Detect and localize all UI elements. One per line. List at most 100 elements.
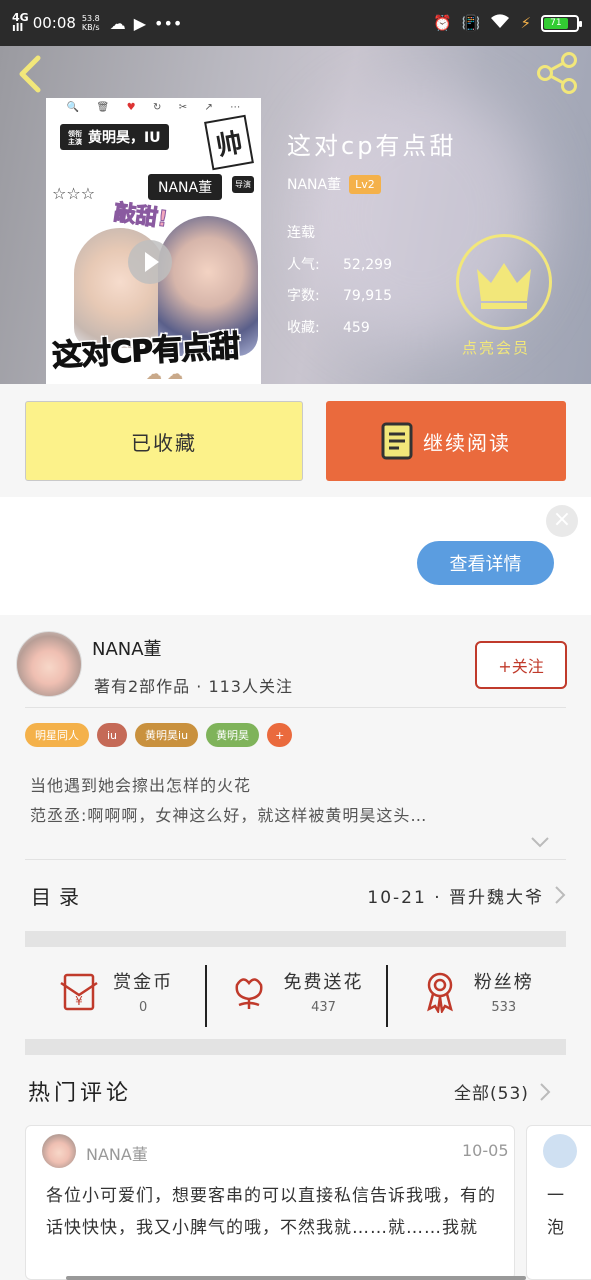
cover-clouds: ☁ ☁ (146, 364, 184, 383)
tag-item[interactable]: 明星同人 (25, 723, 89, 747)
vip-button[interactable] (456, 234, 552, 330)
horizontal-scrollbar[interactable] (66, 1276, 526, 1280)
play-icon[interactable] (128, 240, 172, 284)
all-comments-label: 全部(53) (454, 1084, 529, 1104)
medal-icon (426, 972, 453, 1013)
all-comments-link[interactable]: 全部(53) (454, 1079, 551, 1104)
stat-label: 人气: (287, 256, 320, 273)
stat-value: 79,915 (343, 288, 392, 304)
cover-toolbar: 🔍 🗑 ♥ ↻ ✂ ↗ ⋯ (46, 98, 261, 116)
avatar (543, 1134, 577, 1168)
author-row: NANA董 Lv2 (287, 174, 381, 194)
heart-icon: ♥ (126, 101, 136, 113)
battery-level: 71 (544, 17, 568, 29)
continue-reading-button[interactable]: 继续阅读 (326, 401, 566, 481)
chevron-right-icon (540, 1082, 551, 1101)
synopsis-line: 范丞丞:啊啊啊，女神这么好，就这样被黄明昊这头… (30, 806, 428, 825)
reward-value: 0 (139, 999, 148, 1015)
trash-icon: 🗑 (96, 101, 110, 113)
reward-value: 533 (491, 999, 517, 1015)
network-speed-value: 53.8 (81, 14, 100, 23)
share-small-icon: ↗ (204, 101, 213, 113)
tools-icon: ✂ (178, 101, 188, 113)
cover-director-sub: 导演 (232, 176, 254, 193)
reward-label: 免费送花 (283, 971, 364, 993)
crown-icon (477, 263, 531, 309)
reward-bar: ¥ 赏金币 0 免费送花 437 粉丝榜 533 (25, 955, 566, 1027)
stat-value: 52,299 (343, 256, 392, 273)
author-name[interactable]: NANA董 (92, 635, 162, 661)
video-icon: ▶ (133, 13, 147, 33)
comment-date: 10-05 (462, 1141, 509, 1160)
author-meta: 著有2部作品 · 113人关注 (94, 677, 293, 696)
book-header: 🔍 🗑 ♥ ↻ ✂ ↗ ⋯ 领衔主演 黄明昊，IU 帅 NANA董 导演 ☆☆☆ … (0, 46, 591, 384)
avatar[interactable] (42, 1134, 76, 1168)
latest-chapter: 10-21 · 晋升魏大爷 (367, 887, 544, 908)
reward-text: 赏金币 0 (113, 968, 173, 1015)
alarm-icon: ⏰ (433, 14, 452, 32)
clock: 00:08 (32, 14, 76, 32)
more-notifications-icon: ••• (154, 13, 183, 33)
stat-row-popularity: 人气: 52,299 (287, 250, 392, 282)
back-icon[interactable] (14, 54, 48, 94)
chevron-down-icon[interactable] (530, 835, 550, 849)
red-envelope-icon: ¥ (60, 973, 98, 1011)
ad-banner: × 查看详情 (0, 497, 591, 615)
book-detail-content: NANA董 著有2部作品 · 113人关注 +关注 明星同人 iu 黄明昊iu … (0, 615, 591, 1280)
cover-cast-tag: 领衔主演 黄明昊，IU (60, 124, 169, 150)
book-cover[interactable]: 🔍 🗑 ♥ ↻ ✂ ↗ ⋯ 领衔主演 黄明昊，IU 帅 NANA董 导演 ☆☆☆ … (46, 98, 261, 384)
status-label: 连载 (287, 225, 315, 241)
comment-text-peek: 一 泡 (547, 1186, 564, 1238)
view-details-button[interactable]: 查看详情 (417, 541, 554, 585)
book-stats: 连载 人气: 52,299 字数: 79,915 收藏: 459 (287, 218, 392, 344)
cloud-icon: ☁ (109, 13, 126, 33)
network-speed: 53.8 KB/s (82, 14, 100, 32)
send-flower-button[interactable]: 免费送花 437 (205, 955, 385, 1027)
tag-item[interactable]: 黄明昊 (206, 723, 260, 747)
share-icon[interactable] (535, 50, 581, 96)
network-indicator: 4G ıll (12, 12, 29, 34)
rotate-icon: ↻ (152, 101, 162, 113)
level-badge: Lv2 (349, 174, 381, 194)
section-separator (25, 931, 566, 947)
synopsis[interactable]: 当他遇到她会擦出怎样的火花 范丞丞:啊啊啊，女神这么好，就这样被黄明昊这头… (30, 771, 427, 831)
tag-item[interactable]: 黄明昊iu (135, 723, 199, 747)
signal-strength: ıll (12, 21, 24, 34)
comment-card-peek[interactable]: 一 泡 (526, 1125, 591, 1280)
vip-label[interactable]: 点亮会员 (462, 337, 530, 358)
reward-coins-button[interactable]: ¥ 赏金币 0 (25, 955, 205, 1027)
stat-label: 收藏: (287, 319, 320, 336)
add-tag-button[interactable]: + (267, 723, 293, 747)
charging-icon: ⚡ (520, 14, 531, 32)
comment-text: 各位小可爱们，想要客串的可以直接私信告诉我哦，有的话快快快，我又小脾气的哦，不然… (46, 1186, 496, 1238)
table-of-contents-row[interactable]: 目录 10-21 · 晋升魏大爷 (25, 863, 566, 927)
fan-ranking-button[interactable]: 粉丝榜 533 (385, 955, 566, 1027)
toc-label: 目录 (31, 884, 87, 909)
cover-cast-names: 黄明昊，IU (88, 130, 161, 146)
comment-card[interactable]: NANA董 10-05 各位小可爱们，想要客串的可以直接私信告诉我哦，有的话快快… (25, 1125, 515, 1280)
close-icon[interactable]: × (546, 505, 578, 537)
section-separator (25, 1039, 566, 1055)
network-speed-unit: KB/s (81, 23, 100, 32)
continue-reading-label: 继续阅读 (423, 430, 511, 455)
wifi-icon (490, 13, 510, 33)
vibrate-icon: 📳 (461, 14, 481, 32)
synopsis-line: 当他遇到她会擦出怎样的火花 (30, 776, 252, 795)
status-bar: 4G ıll 00:08 53.8 KB/s ☁ ▶ ••• ⏰ 📳 ⚡ 71 (0, 0, 591, 46)
collected-button[interactable]: 已收藏 (25, 401, 303, 481)
comment-user: NANA董 (86, 1145, 148, 1164)
stat-value: 459 (343, 319, 370, 336)
book-author[interactable]: NANA董 (287, 174, 341, 194)
zoom-icon: 🔍 (66, 101, 80, 113)
book-title: 这对cp有点甜 (287, 132, 457, 160)
reward-text: 粉丝榜 533 (474, 968, 534, 1015)
reward-label: 赏金币 (113, 971, 174, 993)
divider (25, 707, 566, 708)
svg-text:¥: ¥ (75, 994, 83, 1008)
tag-item[interactable]: iu (97, 723, 128, 747)
follow-button[interactable]: +关注 (475, 641, 567, 689)
reward-label: 粉丝榜 (473, 971, 534, 993)
avatar[interactable] (16, 631, 82, 697)
hot-comments-title: 热门评论 (28, 1081, 133, 1106)
reward-text: 免费送花 437 (283, 968, 363, 1015)
